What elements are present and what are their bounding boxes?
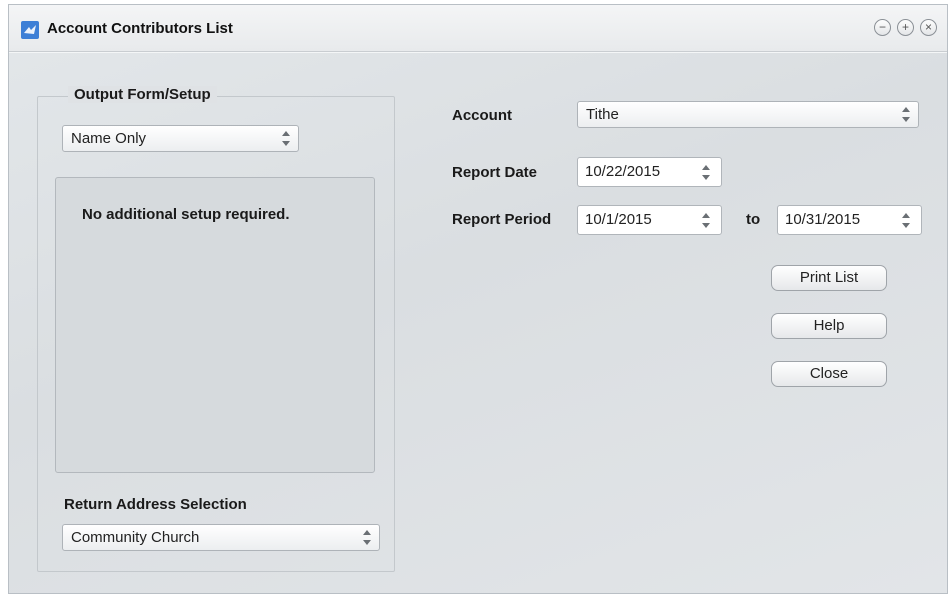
stepper-arrows-icon — [702, 213, 711, 228]
return-address-select[interactable]: Community Church — [62, 524, 380, 551]
stepper-arrows-icon — [902, 213, 911, 228]
app-logo-icon — [21, 21, 39, 39]
stepper-arrows-icon — [702, 165, 711, 180]
report-date-stepper[interactable] — [693, 158, 721, 186]
output-form-select[interactable]: Name Only — [62, 125, 299, 152]
return-address-label: Return Address Selection — [64, 496, 247, 513]
minimize-icon[interactable]: − — [874, 19, 891, 36]
account-select-value: Tithe — [586, 106, 619, 123]
period-to-value: 10/31/2015 — [785, 211, 861, 228]
close-button[interactable]: Close — [771, 361, 887, 387]
close-icon[interactable]: × — [920, 19, 937, 36]
setup-message: No additional setup required. — [82, 206, 290, 223]
report-date-field[interactable]: 10/22/2015 — [577, 157, 722, 187]
period-to-field[interactable]: 10/31/2015 — [777, 205, 922, 235]
period-from-stepper[interactable] — [693, 206, 721, 234]
help-button[interactable]: Help — [771, 313, 887, 339]
window-title: Account Contributors List — [47, 20, 233, 37]
maximize-icon[interactable]: + — [897, 19, 914, 36]
report-date-label: Report Date — [452, 164, 538, 181]
select-arrows-icon — [363, 530, 372, 545]
output-form-legend: Output Form/Setup — [68, 86, 217, 103]
period-to-label: to — [746, 211, 761, 228]
select-arrows-icon — [902, 107, 911, 122]
period-from-value: 10/1/2015 — [585, 211, 652, 228]
period-to-stepper[interactable] — [893, 206, 921, 234]
return-address-select-value: Community Church — [71, 529, 200, 546]
account-label: Account — [452, 107, 512, 124]
period-from-field[interactable]: 10/1/2015 — [577, 205, 722, 235]
account-select[interactable]: Tithe — [577, 101, 919, 128]
report-period-label: Report Period — [452, 211, 552, 228]
report-date-value: 10/22/2015 — [585, 163, 661, 180]
output-form-select-value: Name Only — [71, 130, 147, 147]
print-list-button[interactable]: Print List — [771, 265, 887, 291]
title-bar[interactable]: Account Contributors List − + × — [9, 5, 947, 52]
select-arrows-icon — [282, 131, 291, 146]
setup-panel: No additional setup required. — [55, 177, 375, 473]
